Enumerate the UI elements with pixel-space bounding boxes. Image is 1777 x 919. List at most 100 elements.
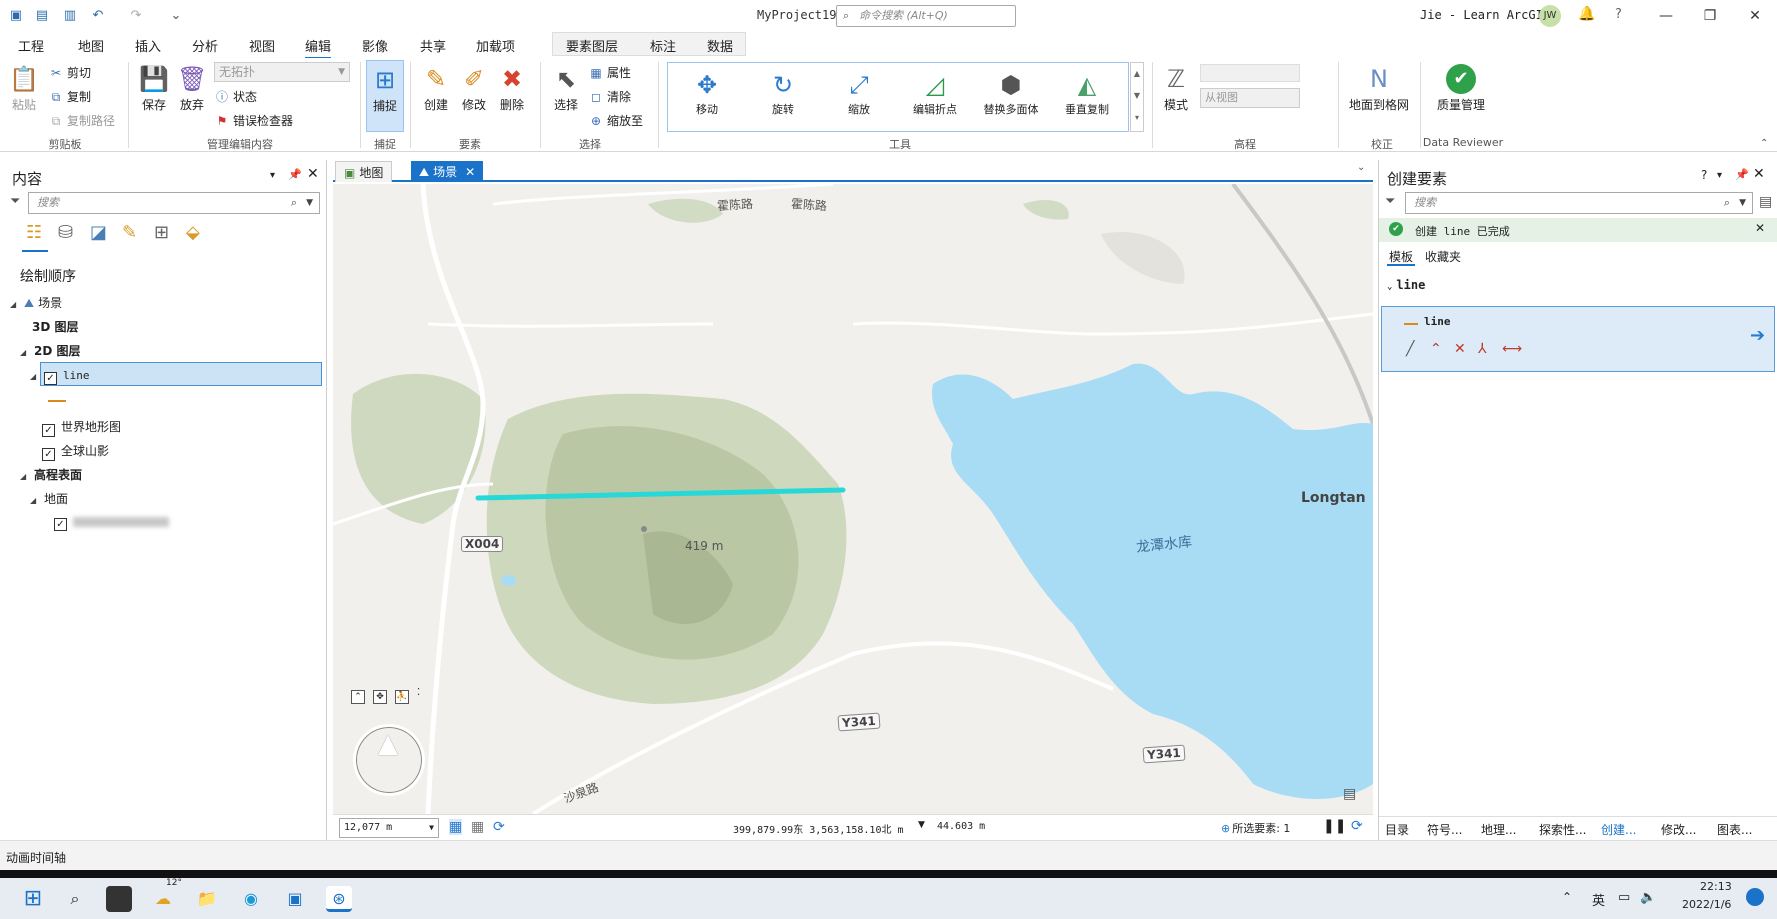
refresh-layout-icon[interactable]: ⟳ xyxy=(493,819,505,835)
pin-icon[interactable]: 📌 xyxy=(288,168,302,181)
topology-dropdown[interactable]: 无拓扑 ▼ xyxy=(214,62,350,82)
save-project-icon[interactable]: ▥ xyxy=(62,8,78,24)
tree-elevation-surfaces[interactable]: ◢ 高程表面 xyxy=(20,466,82,483)
tool-scale[interactable]: ⤢ 缩放 xyxy=(824,69,894,117)
weather-icon[interactable]: ☁ xyxy=(150,886,176,912)
tab-share[interactable]: 共享 xyxy=(420,36,446,55)
tray-chevron-icon[interactable]: ⌃ xyxy=(1562,890,1572,904)
quality-management-button[interactable]: ✔ 质量管理 xyxy=(1428,64,1494,113)
create-features-button[interactable]: ✎ 创建 xyxy=(418,64,454,113)
tab-addins[interactable]: 加载项 xyxy=(476,36,515,55)
display-icon[interactable]: ▭ xyxy=(1618,890,1630,905)
zoom-to-button[interactable]: ⊕ 缩放至 xyxy=(588,112,643,129)
redo-icon[interactable]: ↷ xyxy=(128,8,144,24)
pause-drawing-icon[interactable]: ❚❚ xyxy=(1323,818,1346,834)
clear-selection-button[interactable]: ◻ 清除 xyxy=(588,88,631,105)
tab-map-view[interactable]: ▣ 地图 xyxy=(335,161,393,182)
full-extent-button[interactable]: ✥ xyxy=(373,690,387,704)
paste-button[interactable]: 📋 粘贴 xyxy=(6,64,42,113)
tab-insert[interactable]: 插入 xyxy=(135,36,161,55)
close-window-button[interactable]: ✕ xyxy=(1740,6,1770,26)
contents-search-input[interactable]: 搜索 ⌕ ▼ xyxy=(28,192,320,214)
manage-templates-icon[interactable]: ▤ xyxy=(1759,194,1772,210)
more-controls-icon[interactable]: ⁚ xyxy=(417,687,420,698)
scale-field[interactable]: 12,077 m ▼ xyxy=(339,818,439,838)
minimize-button[interactable]: — xyxy=(1651,6,1681,26)
ground-to-grid-button[interactable]: N 地面到格网 xyxy=(1344,64,1414,113)
selected-features-count[interactable]: ⊕ 所选要素: 1 xyxy=(1221,820,1290,836)
discard-edits-button[interactable]: 🗑 放弃 xyxy=(174,64,210,113)
templates-search-input[interactable]: 搜索 ⌕ ▼ xyxy=(1405,192,1753,214)
chevron-down-icon[interactable]: ▼ xyxy=(918,820,925,830)
select-button[interactable]: ⬉ 选择 xyxy=(548,64,584,113)
line-tool-icon[interactable]: ╱ xyxy=(1406,341,1414,357)
polyline-tool-icon[interactable]: ⌃ xyxy=(1430,341,1442,357)
tab-list-chevron-icon[interactable]: ⌄ xyxy=(1357,162,1365,173)
snapping-button[interactable]: ⊞ 捕捉 xyxy=(366,60,404,132)
undo-icon[interactable]: ↶ xyxy=(90,8,106,24)
snapping-view-icon[interactable]: ⊞ xyxy=(154,222,169,243)
tab-geoprocessing[interactable]: 地理... xyxy=(1481,821,1516,838)
elevation-source-field[interactable]: 从视图 xyxy=(1200,88,1300,108)
pane-options-icon[interactable]: ▾ xyxy=(1717,170,1722,181)
filter-icon[interactable]: ⏷ xyxy=(1385,194,1395,209)
editing-view-icon[interactable]: ✎ xyxy=(122,222,137,243)
tab-labeling[interactable]: 标注 xyxy=(650,36,676,55)
data-source-icon[interactable]: ⛁ xyxy=(58,222,73,243)
tab-imagery[interactable]: 影像 xyxy=(362,36,388,55)
task-view-icon[interactable] xyxy=(106,886,132,912)
template-group-header[interactable]: ⌄ line xyxy=(1387,278,1425,292)
avatar[interactable]: JW xyxy=(1539,5,1561,27)
open-folder-icon[interactable]: ▤ xyxy=(34,8,50,24)
save-edits-button[interactable]: 💾 保存 xyxy=(136,64,172,113)
navigator-toggle-button[interactable]: ⌃ xyxy=(351,690,365,704)
tool-vertical-copy[interactable]: ◭ 垂直复制 xyxy=(1052,69,1122,117)
tab-symbology[interactable]: 符号... xyxy=(1427,821,1462,838)
attributes-button[interactable]: ▦ 属性 xyxy=(588,64,631,81)
tree-topo-layer[interactable]: ✓ 世界地形图 xyxy=(42,418,121,437)
modify-features-button[interactable]: ✐ 修改 xyxy=(456,64,492,113)
user-name[interactable]: Jie - Learn ArcGIS xyxy=(1420,8,1550,22)
labeling-view-icon[interactable]: ⬙ xyxy=(186,222,200,243)
tab-charts[interactable]: 图表... xyxy=(1717,821,1752,838)
tab-modify-features[interactable]: 修改... xyxy=(1661,821,1696,838)
search-icon[interactable]: ⌕ xyxy=(62,886,88,912)
scene-view[interactable]: 霍陈路 霍陈路 X004 419 m Y341 Y341 龙潭水库 Longta… xyxy=(333,184,1373,814)
tab-view[interactable]: 视图 xyxy=(249,36,275,55)
tree-2d-layers[interactable]: ◢ 2D 图层 xyxy=(20,342,81,359)
tree-ground[interactable]: ◢ 地面 xyxy=(30,490,68,507)
customize-toolbar-icon[interactable]: ⌄ xyxy=(168,8,184,24)
tab-favorites[interactable]: 收藏夹 xyxy=(1425,248,1461,265)
tab-project[interactable]: 工程 xyxy=(18,36,44,55)
status-button[interactable]: ⓘ 状态 xyxy=(214,88,257,105)
pedestrian-button[interactable]: ⛹ xyxy=(395,690,409,704)
selection-view-icon[interactable]: ◪ xyxy=(90,222,107,243)
tool-rotate[interactable]: ↻ 旋转 xyxy=(748,69,818,117)
tool-edit-vertices[interactable]: ◿ 编辑折点 xyxy=(900,69,970,117)
help-icon[interactable]: ? xyxy=(1615,7,1622,22)
tree-line-layer[interactable]: ◢ ✓ line xyxy=(30,368,90,385)
cut-button[interactable]: ✂ 剪切 xyxy=(48,64,91,81)
tree-hillshade-layer[interactable]: ✓ 全球山影 xyxy=(42,442,109,461)
map-tips-icon[interactable]: ▤ xyxy=(1343,786,1356,802)
input-language[interactable]: 英 xyxy=(1592,890,1605,909)
close-tab-icon[interactable]: ✕ xyxy=(465,165,475,179)
store-icon[interactable]: ▣ xyxy=(282,886,308,912)
tab-data[interactable]: 数据 xyxy=(707,36,733,55)
notification-center-icon[interactable] xyxy=(1746,888,1764,906)
line-layer-checkbox[interactable]: ✓ xyxy=(44,372,57,385)
drawing-order-icon[interactable]: ☷ xyxy=(26,222,42,243)
table-grid-icon[interactable]: ▦ xyxy=(471,819,484,835)
tool-move[interactable]: ✥ 移动 xyxy=(672,69,742,117)
filter-icon[interactable]: ⏷ xyxy=(10,194,20,209)
windows-start-icon[interactable]: ⊞ xyxy=(20,886,46,912)
error-inspector-button[interactable]: ⚑ 错误检查器 xyxy=(214,112,293,129)
tab-create-features[interactable]: 创建... xyxy=(1601,821,1636,838)
tab-analysis[interactable]: 分析 xyxy=(192,36,218,55)
new-project-icon[interactable]: ▣ xyxy=(8,8,24,24)
notification-bell-icon[interactable]: 🔔 xyxy=(1578,6,1595,22)
tab-edit[interactable]: 编辑 xyxy=(305,36,332,60)
gallery-scroll[interactable]: ▲ ▼ ▾ xyxy=(1130,62,1144,132)
line-symbol-swatch[interactable] xyxy=(48,400,66,402)
tree-elevation-source[interactable]: ✓ xyxy=(54,514,169,531)
